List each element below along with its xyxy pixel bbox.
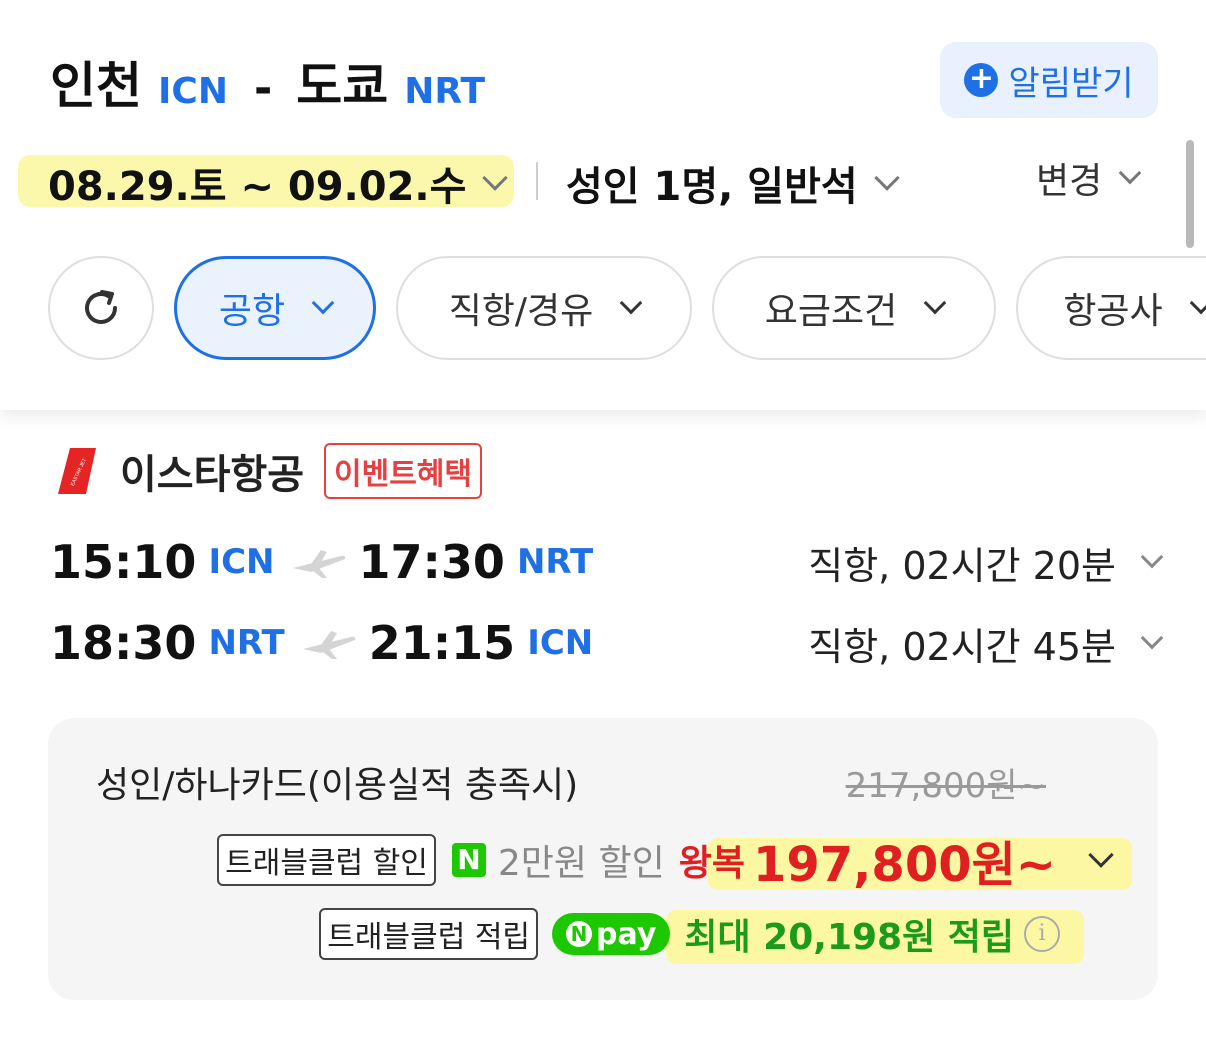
flight-duration: 직항, 02시간 45분 <box>808 624 1116 669</box>
refresh-button[interactable] <box>48 256 154 360</box>
filter-airport-label: 공항 <box>218 291 286 332</box>
flight-outbound[interactable]: 15:10 ICN 17:30 NRT 직항, 02시간 20분 <box>50 532 1164 592</box>
divider <box>536 162 538 200</box>
chevron-down-icon <box>873 165 900 191</box>
round-trip-label: 왕복 <box>678 843 745 884</box>
earn-row: 트래블클럽 적립 N pay 최대 20,198원 적립 i <box>319 902 1060 966</box>
date-selector[interactable]: 08.29.토 ~ 09.02.수 <box>48 154 509 212</box>
airline-name: 이스타항공 <box>120 452 304 498</box>
naver-n-icon: N <box>451 843 486 877</box>
chevron-down-icon <box>1118 161 1142 185</box>
chevron-down-icon <box>311 291 335 315</box>
chevron-down-icon <box>1140 545 1164 569</box>
fare-card[interactable]: 성인/하나카드(이용실적 충족시) 217,800원~ 트래블클럽 할인 N 2… <box>48 718 1158 1000</box>
discount-tag: 트래블클럽 할인 <box>217 834 436 886</box>
price-alert-label: 알림받기 <box>1008 63 1134 104</box>
earn-text: 최대 20,198원 적립 <box>684 917 1014 958</box>
scrollbar[interactable] <box>1186 140 1194 248</box>
departure-time: 15:10 <box>50 535 197 589</box>
change-button[interactable]: 변경 <box>1036 152 1142 204</box>
passenger-selector[interactable]: 성인 1명, 일반석 <box>566 154 900 212</box>
chevron-down-icon <box>1189 291 1206 315</box>
fare-title: 성인/하나카드(이용실적 충족시) <box>96 765 579 806</box>
earn-tag: 트래블클럽 적립 <box>319 908 539 960</box>
change-label: 변경 <box>1036 161 1103 202</box>
filter-fare-label: 요금조건 <box>764 291 898 332</box>
chevron-down-icon <box>923 291 947 315</box>
filter-chips: 공항 직항/경유 요금조건 항공사 <box>48 256 1206 360</box>
arrival-time: 17:30 <box>358 535 505 589</box>
departure-code: ICN <box>208 542 275 582</box>
arrival-code: ICN <box>527 623 594 663</box>
price-alert-button[interactable]: + 알림받기 <box>940 42 1158 118</box>
departure-time: 18:30 <box>50 616 197 670</box>
date-range: 08.29.토 ~ 09.02.수 <box>48 164 467 210</box>
destination-city: 도쿄 <box>296 57 389 115</box>
info-icon[interactable]: i <box>1024 916 1060 952</box>
route-separator: - <box>253 63 273 114</box>
arrival-code: NRT <box>516 542 594 582</box>
chevron-down-icon <box>619 291 643 315</box>
flight-return[interactable]: 18:30 NRT 21:15 ICN 직항, 02시간 45분 <box>50 613 1164 673</box>
discount-text: 2만원 할인 <box>497 843 665 884</box>
chevron-down-icon <box>482 165 509 191</box>
npay-label: pay <box>596 916 657 952</box>
arrival-time: 21:15 <box>368 616 516 670</box>
flight-info[interactable]: 직항, 02시간 45분 <box>808 616 1164 671</box>
filter-airline-label: 항공사 <box>1063 291 1163 332</box>
chevron-down-icon <box>1140 626 1164 650</box>
origin-code: ICN <box>158 71 228 112</box>
filter-fare-condition[interactable]: 요금조건 <box>712 256 996 360</box>
plane-icon <box>302 631 355 659</box>
filter-direct-label: 직항/경유 <box>448 291 594 332</box>
origin-city: 인천 <box>50 57 142 115</box>
naver-n-icon: N <box>566 921 593 947</box>
departure-code: NRT <box>208 623 285 663</box>
airline-logo: EASTAR JET <box>58 448 96 494</box>
refresh-icon <box>85 290 117 324</box>
chevron-down-icon[interactable] <box>1088 842 1114 868</box>
original-price: 217,800원~ <box>845 766 1046 806</box>
filter-airline[interactable]: 항공사 <box>1016 256 1206 360</box>
plane-icon <box>292 550 345 578</box>
passenger-class: 성인 1명, 일반석 <box>566 164 858 210</box>
plus-icon: + <box>964 63 999 97</box>
flight-duration: 직항, 02시간 20분 <box>808 543 1116 588</box>
discount-row: 트래블클럽 할인 N 2만원 할인 왕복 197,800원~ <box>217 828 1114 893</box>
event-badge: 이벤트혜택 <box>324 443 482 499</box>
destination-code: NRT <box>404 71 486 112</box>
npay-badge: N pay <box>552 913 671 955</box>
filter-airport[interactable]: 공항 <box>174 256 376 360</box>
airline-header: EASTAR JET 이스타항공 이벤트혜택 <box>56 442 482 500</box>
fare-price: 197,800원~ <box>752 837 1056 893</box>
flight-info[interactable]: 직항, 02시간 20분 <box>808 535 1164 590</box>
search-header: 인천 ICN - 도쿄 NRT + 알림받기 08.29.토 ~ 09.02.수… <box>0 0 1206 410</box>
filter-direct[interactable]: 직항/경유 <box>396 256 692 360</box>
route-title: 인천 ICN - 도쿄 NRT <box>50 46 485 118</box>
